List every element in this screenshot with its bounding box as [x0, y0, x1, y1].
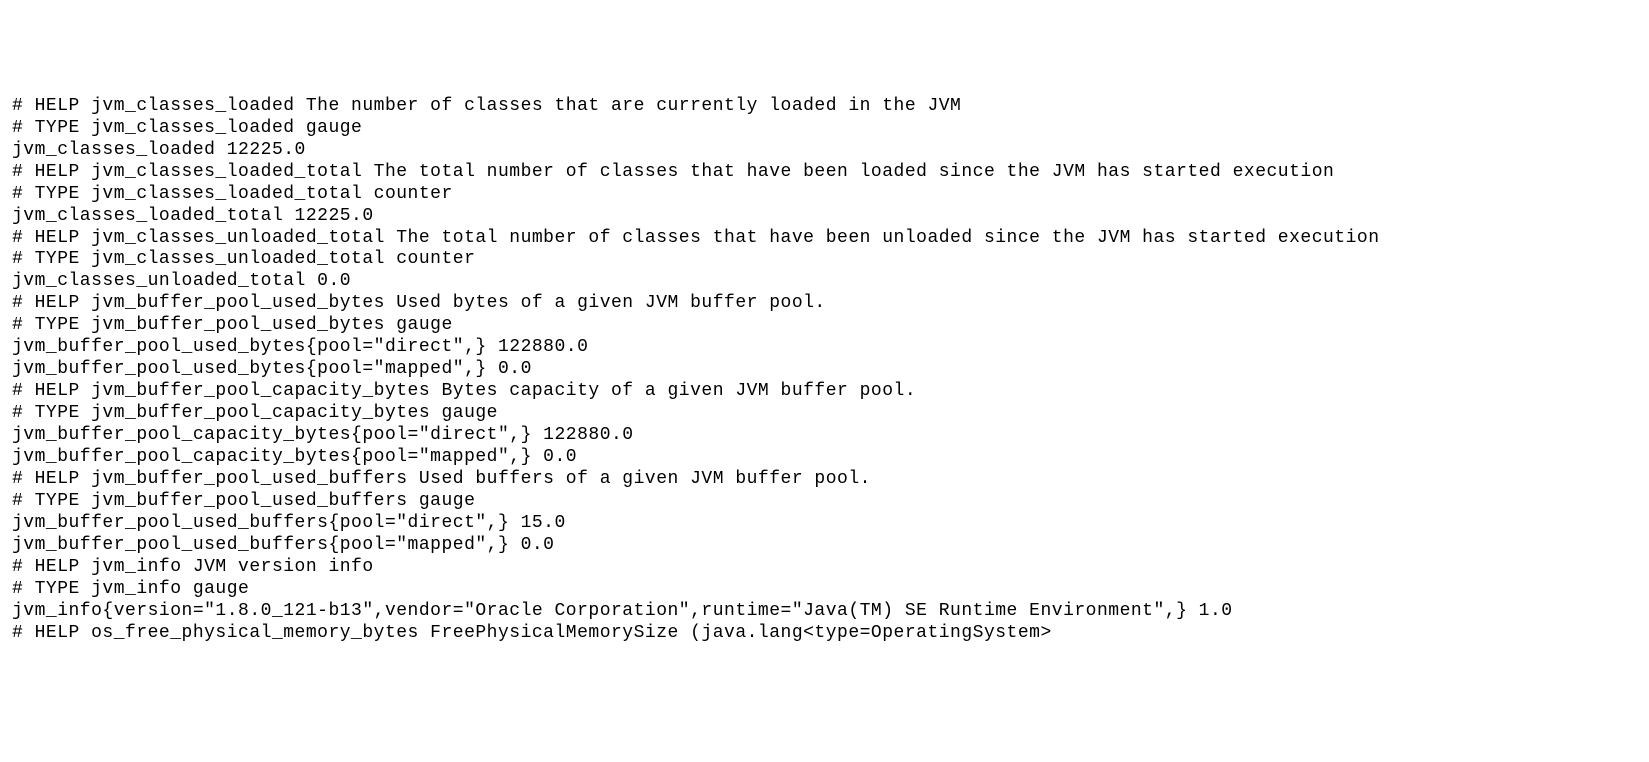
prometheus-metrics-output: # HELP jvm_classes_loaded The number of …: [12, 96, 1637, 645]
